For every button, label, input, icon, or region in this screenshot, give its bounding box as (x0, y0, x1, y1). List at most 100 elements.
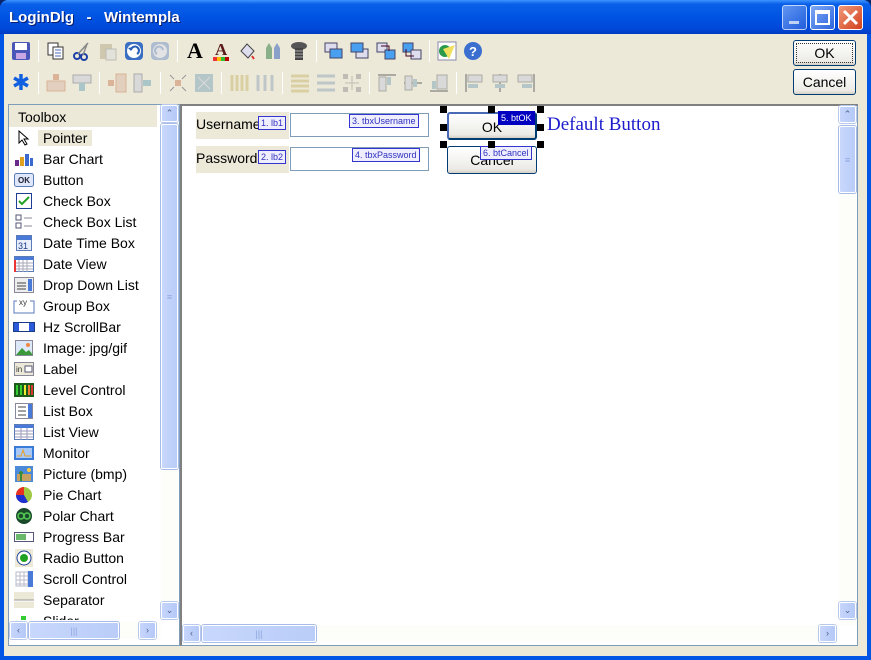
grip-icon: ||| (255, 628, 263, 639)
same-height-center-icon[interactable] (132, 72, 154, 94)
toolbox-item-bar-chart[interactable]: Bar Chart (9, 148, 159, 169)
select-all-icon[interactable]: ✱ (10, 70, 32, 95)
resize-handle[interactable] (440, 106, 447, 113)
toolbox-item-label[interactable]: in Label (9, 358, 159, 379)
scroll-left-button[interactable]: ‹ (10, 622, 27, 639)
scroll-up-button[interactable]: ⌃ (839, 106, 856, 123)
maximize-button[interactable] (810, 5, 835, 30)
toolbox-vscrollbar[interactable]: ⌃ ≡ ⌄ (161, 105, 178, 620)
space-vertical-icon[interactable] (289, 72, 311, 94)
scroll-left-button[interactable]: ‹ (183, 625, 200, 642)
fill-color-icon[interactable] (236, 40, 258, 62)
chevron-left-icon: ‹ (17, 625, 20, 635)
toolbox-item-level-control[interactable]: Level Control (9, 379, 159, 400)
resize-handle[interactable] (537, 124, 544, 131)
toolbox-item-picture-bmp[interactable]: Picture (bmp) (9, 463, 159, 484)
ok-button[interactable]: OK (793, 40, 856, 66)
toolbar-separator (38, 40, 39, 62)
send-back-icon[interactable] (349, 40, 371, 62)
cut-icon[interactable] (71, 40, 93, 62)
toolbox-item-date-view[interactable]: Date View (9, 253, 159, 274)
scroll-down-button[interactable]: ⌄ (839, 602, 856, 619)
toolbox-item-monitor[interactable]: Monitor (9, 442, 159, 463)
bring-front-icon[interactable] (323, 40, 345, 62)
toolbox-item-hz-scrollbar[interactable]: Hz ScrollBar (9, 316, 159, 337)
canvas-hscrollbar[interactable]: ‹ ||| › (182, 625, 839, 642)
resize-handle[interactable] (488, 141, 495, 148)
align-top-icon[interactable] (376, 72, 398, 94)
align-right-icon[interactable] (515, 72, 537, 94)
copy-icon[interactable] (45, 40, 67, 62)
toolbox-item-radio-button[interactable]: Radio Button (9, 547, 159, 568)
colors-icon[interactable] (262, 40, 284, 62)
redo-icon[interactable] (149, 40, 171, 62)
scroll-control-icon (13, 570, 35, 588)
help-icon[interactable]: ? (462, 40, 484, 62)
toolbox-item-button[interactable]: OK Button (9, 169, 159, 190)
shrink-icon[interactable] (167, 72, 189, 94)
space-horizontal-icon[interactable] (228, 72, 250, 94)
toolbox-item-list-view[interactable]: List View (9, 421, 159, 442)
toolbox-item-check-box[interactable]: Check Box (9, 190, 159, 211)
toolbox-item-slider[interactable]: Slider (9, 610, 159, 620)
toolbox-item-list-box[interactable]: List Box (9, 400, 159, 421)
toolbox-item-pointer[interactable]: Pointer (9, 127, 159, 148)
space-horizontal-even-icon[interactable] (254, 72, 276, 94)
align-middle-icon[interactable] (402, 72, 424, 94)
toolbox-item-date-time-box[interactable]: 31 Date Time Box (9, 232, 159, 253)
scroll-down-button[interactable]: ⌄ (161, 602, 178, 619)
save-icon[interactable] (10, 40, 32, 62)
expand-icon[interactable] (193, 72, 215, 94)
cancel-button[interactable]: Cancel (793, 69, 856, 95)
toolbox-item-label: Polar Chart (43, 507, 114, 524)
same-width-center-icon[interactable] (71, 72, 93, 94)
svg-text:in: in (16, 365, 22, 374)
toolbox-item-drop-down-list[interactable]: Drop Down List (9, 274, 159, 295)
grid-icon[interactable] (341, 72, 363, 94)
scroll-thumb[interactable]: ||| (29, 622, 119, 639)
close-button[interactable] (838, 5, 863, 30)
title-bar[interactable]: LoginDlg - Wintempla (0, 0, 871, 34)
font-color-icon[interactable]: A (210, 40, 232, 62)
scroll-right-button[interactable]: › (819, 625, 836, 642)
toolbox-item-pie-chart[interactable]: Pie Chart (9, 484, 159, 505)
toolbox-item-progress-bar[interactable]: Progress Bar (9, 526, 159, 547)
resize-handle[interactable] (537, 106, 544, 113)
scroll-right-button[interactable]: › (139, 622, 156, 639)
undo-icon[interactable] (123, 40, 145, 62)
canvas-vscrollbar[interactable]: ⌃ ≡ ⌄ (839, 106, 856, 625)
move-forward-icon[interactable] (375, 40, 397, 62)
toolbox-item-polar-chart[interactable]: Polar Chart (9, 505, 159, 526)
same-height-icon[interactable] (106, 72, 128, 94)
properties-icon[interactable] (288, 40, 310, 62)
resize-handle[interactable] (440, 141, 447, 148)
toolbox-item-label: Monitor (43, 444, 90, 461)
toolbox-item-image-jpg-gif[interactable]: Image: jpg/gif (9, 337, 159, 358)
tab-order-icon[interactable] (436, 40, 458, 62)
scroll-up-button[interactable]: ⌃ (161, 105, 178, 122)
toolbox-hscrollbar[interactable]: ‹ ||| › (9, 622, 161, 639)
minimize-button[interactable] (782, 5, 807, 30)
toolbox-item-group-box[interactable]: xy Group Box (9, 295, 159, 316)
resize-handle[interactable] (440, 124, 447, 131)
space-vertical-even-icon[interactable] (315, 72, 337, 94)
align-left-icon[interactable] (463, 72, 485, 94)
design-canvas[interactable]: Username 1. lb1 Password 2. lb2 3. tbxUs… (180, 104, 858, 646)
toolbox-item-check-box-list[interactable]: Check Box List (9, 211, 159, 232)
align-center-icon[interactable] (489, 72, 511, 94)
drop-down-icon (13, 276, 35, 294)
resize-handle[interactable] (488, 106, 495, 113)
paste-icon[interactable] (97, 40, 119, 62)
toolbox-item-label: Group Box (43, 297, 110, 314)
list-box-icon (13, 402, 35, 420)
scroll-thumb[interactable]: ≡ (161, 124, 178, 469)
toolbox-item-separator[interactable]: Separator (9, 589, 159, 610)
resize-handle[interactable] (537, 141, 544, 148)
move-backward-icon[interactable] (401, 40, 423, 62)
scroll-thumb[interactable]: ≡ (839, 126, 856, 193)
same-width-icon[interactable] (45, 72, 67, 94)
font-icon[interactable]: A (184, 38, 206, 63)
align-bottom-icon[interactable] (428, 72, 450, 94)
scroll-thumb[interactable]: ||| (202, 625, 316, 642)
toolbox-item-scroll-control[interactable]: Scroll Control (9, 568, 159, 589)
